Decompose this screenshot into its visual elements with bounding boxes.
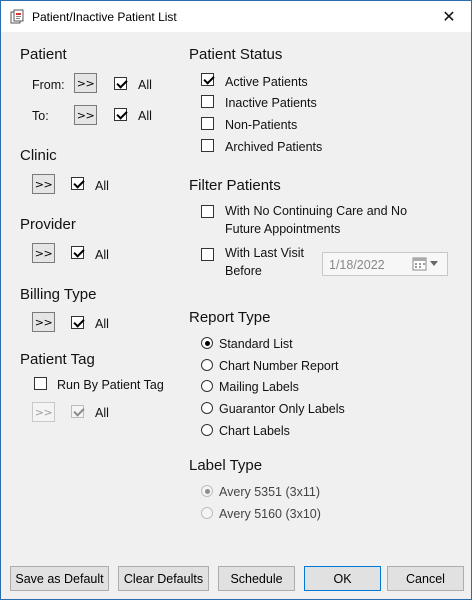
window-title: Patient/Inactive Patient List — [32, 10, 177, 24]
patient-tag-more-button[interactable]: >> — [32, 402, 55, 422]
provider-more-button[interactable]: >> — [32, 243, 55, 263]
dialog-window: Patient/Inactive Patient List ✕ Patient … — [0, 0, 472, 600]
close-icon[interactable]: ✕ — [442, 7, 455, 27]
report-standard-list-label: Standard List — [219, 337, 293, 351]
patient-to-label: To: — [32, 109, 49, 123]
run-by-patient-tag-checkbox[interactable] — [34, 377, 47, 390]
report-mailing-labels-label: Mailing Labels — [219, 380, 299, 394]
last-visit-before-checkbox[interactable] — [201, 248, 214, 261]
report-standard-list-radio[interactable] — [201, 337, 213, 349]
provider-all-label: All — [95, 248, 109, 262]
run-by-patient-tag-label: Run By Patient Tag — [57, 378, 164, 392]
no-continuing-care-label-line1: With No Continuing Care and No — [225, 204, 408, 218]
clear-defaults-button[interactable]: Clear Defaults — [118, 566, 209, 591]
report-type-heading: Report Type — [189, 309, 271, 326]
patient-from-more-button[interactable]: >> — [74, 73, 97, 93]
patient-from-all-checkbox[interactable] — [114, 77, 127, 90]
cancel-button[interactable]: Cancel — [387, 566, 464, 591]
ok-button[interactable]: OK — [304, 566, 381, 591]
status-archived-label: Archived Patients — [225, 140, 323, 154]
status-active-label: Active Patients — [225, 75, 308, 89]
label-avery-5351-radio[interactable] — [201, 485, 213, 497]
patient-to-more-button[interactable]: >> — [74, 105, 97, 125]
billing-type-all-checkbox[interactable] — [71, 316, 84, 329]
report-chart-labels-label: Chart Labels — [219, 424, 290, 438]
no-continuing-care-label-line2: Future Appointments — [225, 222, 341, 236]
patient-tag-all-checkbox[interactable] — [71, 405, 84, 418]
last-visit-label-line1: With Last Visit — [225, 246, 304, 260]
patient-from-label: From: — [32, 78, 65, 92]
provider-all-checkbox[interactable] — [71, 246, 84, 259]
title-bar: Patient/Inactive Patient List ✕ — [1, 1, 471, 32]
last-visit-label-line2: Before — [225, 264, 262, 278]
clinic-all-label: All — [95, 179, 109, 193]
status-archived-checkbox[interactable] — [201, 139, 214, 152]
label-avery-5160-radio[interactable] — [201, 507, 213, 519]
filter-patients-heading: Filter Patients — [189, 177, 281, 194]
calendar-icon[interactable] — [412, 256, 428, 272]
status-inactive-label: Inactive Patients — [225, 96, 317, 110]
report-chart-labels-radio[interactable] — [201, 424, 213, 436]
patient-tag-all-label: All — [95, 406, 109, 420]
save-as-default-button[interactable]: Save as Default — [10, 566, 109, 591]
dropdown-arrow-icon[interactable] — [430, 261, 438, 266]
status-inactive-checkbox[interactable] — [201, 95, 214, 108]
patient-tag-heading: Patient Tag — [20, 351, 95, 368]
report-mailing-labels-radio[interactable] — [201, 380, 213, 392]
clinic-more-button[interactable]: >> — [32, 174, 55, 194]
provider-heading: Provider — [20, 216, 76, 233]
patient-status-heading: Patient Status — [189, 46, 283, 63]
last-visit-date-picker[interactable]: 1/18/2022 — [322, 252, 448, 276]
label-type-heading: Label Type — [189, 457, 263, 474]
report-chart-number-label: Chart Number Report — [219, 359, 339, 373]
clinic-heading: Clinic — [20, 147, 57, 164]
status-non-patients-checkbox[interactable] — [201, 117, 214, 130]
last-visit-date-value: 1/18/2022 — [329, 258, 385, 272]
billing-type-all-label: All — [95, 317, 109, 331]
report-chart-number-radio[interactable] — [201, 359, 213, 371]
patient-from-all-label: All — [138, 78, 152, 92]
status-non-patients-label: Non-Patients — [225, 118, 298, 132]
app-icon — [10, 9, 24, 24]
schedule-button[interactable]: Schedule — [218, 566, 295, 591]
clinic-all-checkbox[interactable] — [71, 177, 84, 190]
report-guarantor-labels-radio[interactable] — [201, 402, 213, 414]
label-avery-5351-label: Avery 5351 (3x11) — [219, 485, 320, 499]
report-guarantor-labels-label: Guarantor Only Labels — [219, 402, 345, 416]
patient-to-all-checkbox[interactable] — [114, 108, 127, 121]
patient-to-all-label: All — [138, 109, 152, 123]
no-continuing-care-checkbox[interactable] — [201, 205, 214, 218]
label-avery-5160-label: Avery 5160 (3x10) — [219, 507, 321, 521]
patient-heading: Patient — [20, 46, 67, 63]
close-button[interactable]: ✕ — [427, 1, 471, 32]
status-active-checkbox[interactable] — [201, 73, 214, 86]
billing-type-more-button[interactable]: >> — [32, 312, 55, 332]
billing-type-heading: Billing Type — [20, 286, 97, 303]
